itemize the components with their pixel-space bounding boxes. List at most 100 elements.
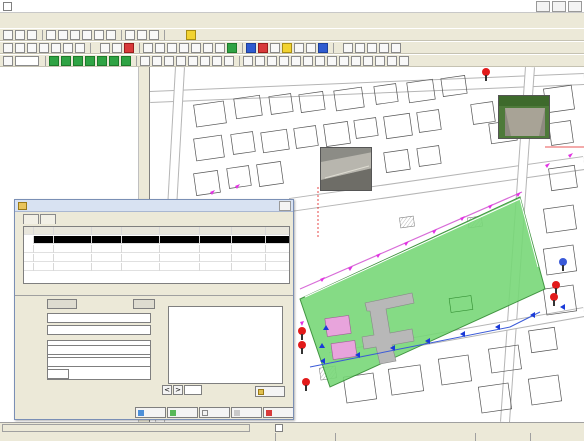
search-icon[interactable] <box>167 42 177 53</box>
draw-trim-icon[interactable] <box>279 55 289 66</box>
undo-icon[interactable] <box>63 42 73 53</box>
date-field[interactable] <box>47 325 151 335</box>
layer-combo[interactable] <box>15 55 39 66</box>
draw-ellipse-icon[interactable] <box>212 55 222 66</box>
measure-icon[interactable] <box>137 29 147 40</box>
photo-page-field[interactable] <box>184 385 202 395</box>
draw-circle-icon[interactable] <box>61 55 71 66</box>
minimize-button[interactable] <box>536 1 550 12</box>
table-row[interactable] <box>24 236 289 244</box>
settings-icon[interactable] <box>343 42 353 53</box>
area-field[interactable] <box>47 369 69 379</box>
pencil-icon[interactable] <box>294 42 304 53</box>
open-icon[interactable] <box>3 29 13 40</box>
draw-join-icon[interactable] <box>351 55 361 66</box>
photo-thumbnail[interactable] <box>168 306 283 384</box>
draw-rotate-icon[interactable] <box>315 55 325 66</box>
name-field[interactable] <box>47 313 151 323</box>
save-button[interactable] <box>255 386 285 397</box>
list-icon[interactable] <box>179 42 189 53</box>
select-icon[interactable] <box>125 29 135 40</box>
dialog-button-1[interactable] <box>135 407 166 418</box>
table-row[interactable] <box>24 245 289 253</box>
image-icon[interactable] <box>203 42 213 53</box>
zoom-out-icon[interactable] <box>58 29 68 40</box>
draw-fill-icon[interactable] <box>387 55 397 66</box>
draw-select-icon[interactable] <box>3 55 13 66</box>
snap-icon[interactable] <box>15 42 25 53</box>
draw-dot-icon[interactable] <box>109 55 119 66</box>
paste-icon[interactable] <box>39 42 49 53</box>
draw-angle-icon[interactable] <box>255 55 265 66</box>
text-icon[interactable] <box>100 42 110 53</box>
window3-icon[interactable] <box>379 42 389 53</box>
window4-icon[interactable] <box>391 42 401 53</box>
cursor-icon[interactable] <box>3 42 13 53</box>
draw-mirror-icon[interactable] <box>303 55 313 66</box>
close-button[interactable] <box>568 1 582 12</box>
status-combo[interactable] <box>2 424 250 432</box>
table-row[interactable] <box>24 254 289 262</box>
draw-spline-icon[interactable] <box>224 55 234 66</box>
zoom-window-icon[interactable] <box>70 29 80 40</box>
record-grid[interactable] <box>23 226 290 284</box>
dialog-tab[interactable] <box>23 214 39 224</box>
next-photo-button[interactable]: > <box>173 385 183 395</box>
window-icon[interactable] <box>355 42 365 53</box>
add-icon[interactable] <box>227 42 237 53</box>
status-checkbox[interactable] <box>275 424 283 432</box>
dialog-button-4[interactable] <box>231 407 262 418</box>
draw-dim-icon[interactable] <box>243 55 253 66</box>
draw-rect-icon[interactable] <box>188 55 198 66</box>
draw-scale-icon[interactable] <box>327 55 337 66</box>
draw-split-icon[interactable] <box>363 55 373 66</box>
grid-icon[interactable] <box>191 42 201 53</box>
draw-erase-icon[interactable] <box>399 55 409 66</box>
draw-polygon-icon[interactable] <box>200 55 210 66</box>
layer-icon[interactable] <box>149 29 159 40</box>
site-photo-1[interactable] <box>320 147 372 191</box>
layer-blue-icon[interactable] <box>318 42 328 53</box>
delete-icon[interactable] <box>124 42 134 53</box>
zoom-previous-icon[interactable] <box>82 29 92 40</box>
cut-icon[interactable] <box>51 42 61 53</box>
draw-curve-icon[interactable] <box>176 55 186 66</box>
draw-vertex-icon[interactable] <box>85 55 95 66</box>
brush-icon[interactable] <box>306 42 316 53</box>
zoom-in-icon[interactable] <box>46 29 56 40</box>
window2-icon[interactable] <box>367 42 377 53</box>
property-icon[interactable] <box>143 42 153 53</box>
symbol-icon[interactable] <box>112 42 122 53</box>
draw-arc-icon[interactable] <box>164 55 174 66</box>
marker-icon[interactable] <box>282 42 292 53</box>
line-icon[interactable] <box>270 42 280 53</box>
save-icon[interactable] <box>15 29 25 40</box>
draw-spot-icon[interactable] <box>121 55 131 66</box>
copy-icon[interactable] <box>27 42 37 53</box>
draw-extend-icon[interactable] <box>291 55 301 66</box>
draw-offset-icon[interactable] <box>267 55 277 66</box>
table-icon[interactable] <box>155 42 165 53</box>
draw-mark-icon[interactable] <box>97 55 107 66</box>
print-icon[interactable] <box>27 29 37 40</box>
detail2-field[interactable] <box>47 357 151 367</box>
draw-polyline-icon[interactable] <box>152 55 162 66</box>
prev-photo-button[interactable]: < <box>162 385 172 395</box>
dialog-close-button[interactable] <box>279 201 291 211</box>
dialog-tab[interactable] <box>40 214 56 224</box>
kind-field[interactable] <box>133 299 155 309</box>
maximize-button[interactable] <box>552 1 566 12</box>
dialog-button-2[interactable] <box>167 407 198 418</box>
redo-icon[interactable] <box>75 42 85 53</box>
code-field[interactable] <box>47 299 77 309</box>
pan-icon[interactable] <box>94 29 104 40</box>
link-icon[interactable] <box>215 42 225 53</box>
draw-move-icon[interactable] <box>339 55 349 66</box>
draw-point-icon[interactable] <box>49 55 59 66</box>
draw-node-icon[interactable] <box>73 55 83 66</box>
pin-icon[interactable] <box>258 42 268 53</box>
site-photo-2[interactable] <box>498 95 550 139</box>
dialog-button-5[interactable] <box>263 407 293 418</box>
draw-line-icon[interactable] <box>140 55 150 66</box>
help-icon[interactable] <box>186 29 196 40</box>
